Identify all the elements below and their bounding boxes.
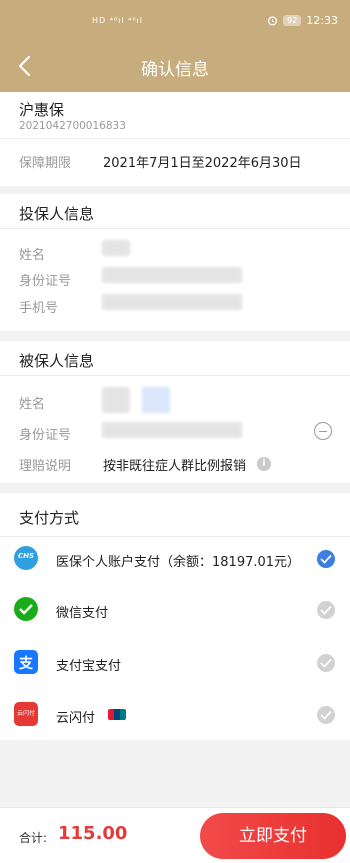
policyholder-id-label: 身份证号	[19, 274, 72, 289]
alarm-icon	[268, 16, 278, 26]
insured-card: 被保人信息 姓名 身份证号 理赔说明 按非既往症人群比例报销 i	[0, 341, 350, 483]
divider	[0, 375, 350, 376]
chs-icon-text: CHS	[17, 552, 35, 560]
unselected-check-icon[interactable]	[317, 654, 335, 672]
wechat-icon	[14, 597, 38, 621]
remove-insured-icon[interactable]	[314, 422, 332, 440]
divider	[0, 228, 350, 229]
unionpay-logo-icon	[108, 709, 126, 720]
network-indicator: HD ⁴⁶ıl ⁴⁶ıl	[92, 16, 143, 25]
bottom-bar: 合计: 115.00 立即支付	[0, 807, 350, 863]
payment-option-label: 微信支付	[56, 606, 109, 621]
plan-number: 2021042700016833	[19, 120, 126, 132]
page-title: 确认信息	[141, 60, 209, 80]
payment-option-label: 支付宝支付	[56, 659, 122, 674]
payment-option-unionpay[interactable]: 云闪付 云闪付	[0, 694, 350, 736]
payment-title: 支付方式	[19, 509, 80, 527]
claim-value: 按非既往症人群比例报销	[103, 459, 247, 474]
unionpay-quickpass-icon: 云闪付	[14, 702, 38, 726]
policyholder-name-label: 姓名	[19, 248, 46, 263]
redacted-id-number	[102, 422, 242, 438]
status-right: 92 12:33	[267, 14, 338, 27]
alipay-icon-text: 支	[19, 656, 33, 672]
status-bar: HD ⁴⁶ıl ⁴⁶ıl 92 12:33	[0, 0, 350, 40]
clock: 12:33	[306, 14, 338, 27]
redacted-name	[102, 387, 130, 413]
pay-now-button[interactable]: 立即支付	[200, 813, 346, 859]
unselected-check-icon[interactable]	[317, 706, 335, 724]
unselected-check-icon[interactable]	[317, 601, 335, 619]
payment-option-medical-insurance[interactable]: CHS 医保个人账户支付（余额：18197.01元）	[0, 538, 350, 580]
nav-bar: 确认信息	[0, 40, 350, 92]
claim-label: 理赔说明	[19, 459, 72, 474]
total-amount: 115.00	[58, 823, 128, 844]
divider	[0, 536, 350, 537]
policyholder-title: 投保人信息	[19, 205, 95, 223]
divider	[0, 138, 350, 139]
unionpay-icon-text: 云闪付	[16, 710, 35, 717]
policyholder-card: 投保人信息 姓名 身份证号 手机号	[0, 194, 350, 331]
battery-indicator: 92	[283, 15, 302, 26]
payment-option-label: 医保个人账户支付（余额：18197.01元）	[56, 555, 301, 570]
payment-card: 支付方式 CHS 医保个人账户支付（余额：18197.01元） 微信支付 支 支…	[0, 493, 350, 740]
plan-name: 沪惠保	[19, 101, 65, 119]
redacted-phone	[102, 294, 242, 310]
selected-check-icon[interactable]	[317, 550, 335, 568]
period-value: 2021年7月1日至2022年6月30日	[103, 156, 302, 171]
insured-name-label: 姓名	[19, 397, 46, 412]
payment-option-wechat[interactable]: 微信支付	[0, 589, 350, 631]
plan-card: 沪惠保 2021042700016833 保障期限 2021年7月1日至2022…	[0, 92, 350, 186]
total-label: 合计:	[19, 831, 48, 845]
period-label: 保障期限	[19, 156, 72, 171]
redacted-name	[102, 240, 130, 256]
redacted-name	[142, 387, 170, 413]
chs-icon: CHS	[14, 546, 38, 570]
payment-option-alipay[interactable]: 支 支付宝支付	[0, 642, 350, 684]
alipay-icon: 支	[14, 650, 38, 674]
insured-id-label: 身份证号	[19, 428, 72, 443]
payment-option-label: 云闪付	[56, 711, 96, 726]
insured-title: 被保人信息	[19, 352, 95, 370]
redacted-id-number	[102, 267, 242, 283]
policyholder-phone-label: 手机号	[19, 301, 59, 316]
info-icon[interactable]: i	[257, 457, 271, 471]
